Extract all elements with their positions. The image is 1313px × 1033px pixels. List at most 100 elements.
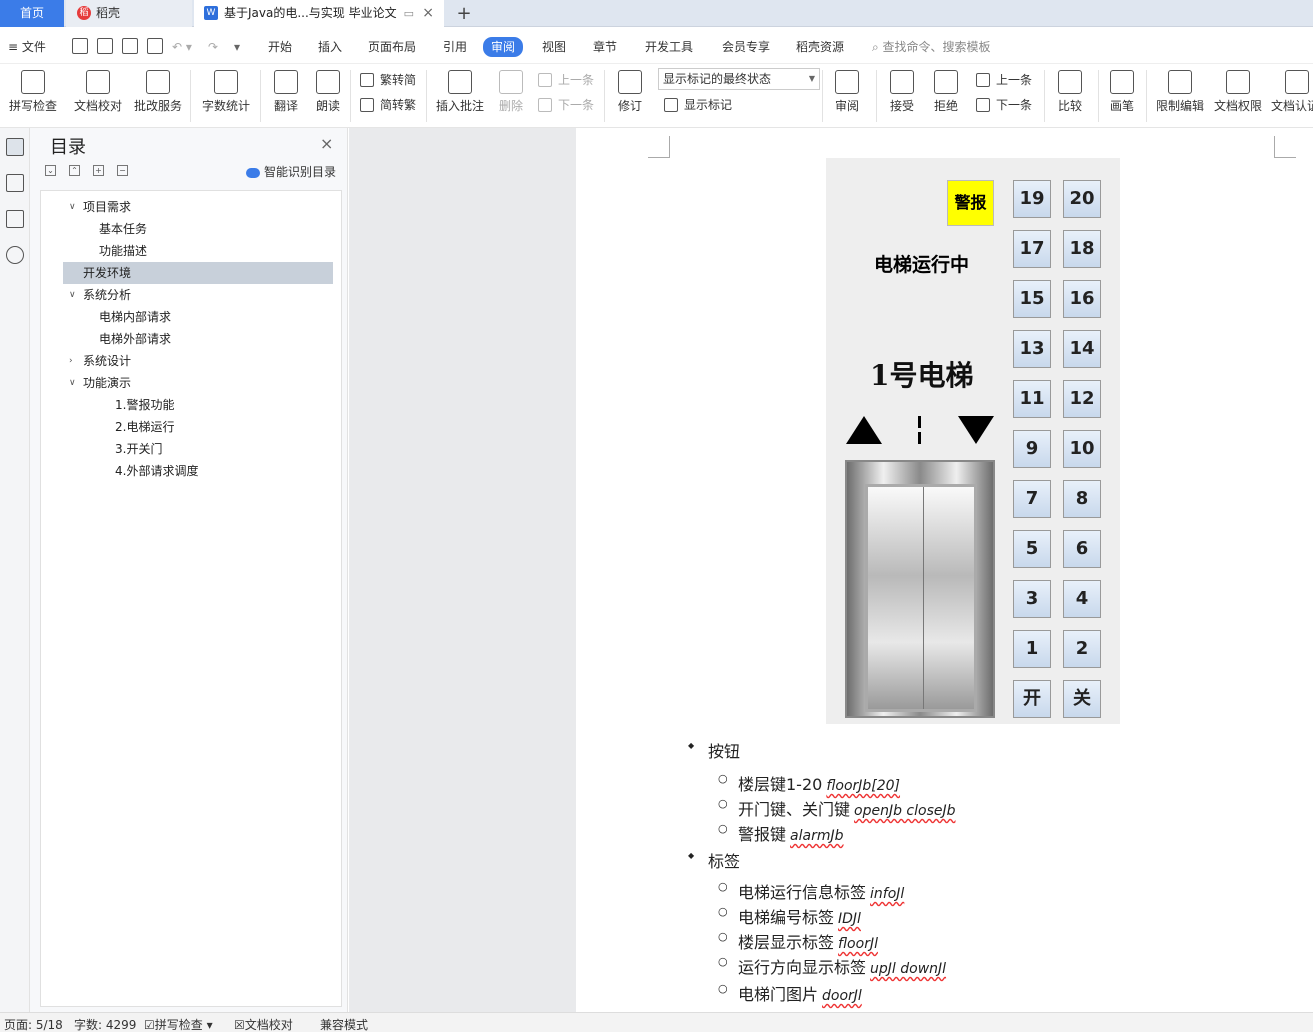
delete-comment-button[interactable]: 删除 [494,68,528,124]
toc-item[interactable]: 基本任务 [99,218,147,240]
toc-item[interactable]: ∨ 系统分析 [69,284,131,306]
menu-chapter[interactable]: 章节 [593,38,617,56]
print-preview-icon[interactable] [147,38,163,54]
close-icon[interactable]: × [320,134,333,153]
command-search[interactable]: ⌕ 查找命令、搜索模板 [872,38,991,56]
menu-insert[interactable]: 插入 [318,38,342,56]
pen-button[interactable]: 画笔 [1106,68,1138,124]
chevron-down-icon[interactable]: ∨ [69,284,76,306]
menu-member[interactable]: 会员专享 [722,38,770,56]
tab-docer-label: 稻壳 [96,6,121,20]
navigation-icon[interactable] [6,174,24,192]
show-markup-icon [664,98,678,112]
toc-item[interactable]: 1.警报功能 [115,394,174,416]
next-change-button[interactable]: 下一条 [976,95,1032,115]
spell-check-button[interactable]: 拼写检查 [4,68,62,124]
proofread-button[interactable]: 文档校对 [72,68,124,124]
read-aloud-icon [316,70,340,94]
spell-check-icon [21,70,45,94]
floor-button: 19 [1013,180,1051,218]
toc-item[interactable]: › 系统设计 [69,350,131,372]
customize-chevron-icon[interactable]: ▾ [234,38,240,56]
collapse-all-icon[interactable]: ⌄ [45,165,56,176]
insert-comment-button[interactable]: 插入批注 [434,68,486,124]
file-menu[interactable]: ≡ 文件 [8,38,46,56]
accept-button[interactable]: 接受 [884,68,920,124]
doc-cert-button[interactable]: 文档认证 [1271,68,1313,124]
certificate-icon [1285,70,1309,94]
chevron-down-icon[interactable]: ∨ [69,372,76,394]
list-item-text: 楼层键1-20 [738,775,823,794]
menu-view[interactable]: 视图 [542,38,566,56]
print-icon[interactable] [122,38,138,54]
chevron-right-icon[interactable]: › [69,350,73,372]
insert-comment-label: 插入批注 [435,99,484,113]
tab-bar: 首页 稻稻壳 W 基于Java的电...与实现 毕业论文 ▭ × + [0,0,1313,27]
toc-item[interactable]: 3.开关门 [115,438,162,460]
review-pane-button[interactable]: 审阅 [830,68,864,124]
chevron-down-icon[interactable]: ∨ [69,196,76,218]
close-tab-icon[interactable]: × [422,0,434,27]
markup-state-select[interactable]: 显示标记的最终状态 ▼ [658,68,820,90]
list-item: 电梯编号标签IDJl [718,904,861,928]
bookmark-icon[interactable] [6,210,24,228]
toc-item[interactable]: ∨ 项目需求 [69,196,333,218]
reject-button[interactable]: 拒绝 [928,68,964,124]
floor-button: 1 [1013,630,1051,668]
toc-panel-icon[interactable] [6,138,24,156]
expand-up-icon[interactable]: ⌃ [69,165,80,176]
toc-panel: 目录 × ⌄ ⌃ + − 智能识别目录 ∨ 项目需求 基本任务 功能描述 开发环境… [30,128,348,1012]
prev-comment-button[interactable]: 上一条 [538,70,594,90]
show-markup-button[interactable]: 显示标记 [664,95,732,115]
toc-item-label: 功能演示 [83,376,132,390]
menu-start[interactable]: 开始 [268,38,292,56]
smart-toc-button[interactable]: 智能识别目录 [246,163,336,180]
file-menu-label: 文件 [21,40,46,54]
monitor-icon[interactable]: ▭ [404,0,414,27]
correction-service-button[interactable]: 批改服务 [132,68,184,124]
elevator-door-panel [865,484,977,712]
toc-item[interactable]: 电梯内部请求 [99,306,171,328]
toc-item[interactable]: 4.外部请求调度 [115,460,198,482]
menu-layout[interactable]: 页面布局 [368,38,416,56]
page-indicator[interactable]: 页面: 5/18 [4,1016,63,1033]
toc-item-selected[interactable]: 开发环境 [63,262,333,284]
menu-devtools[interactable]: 开发工具 [645,38,693,56]
word-count-indicator[interactable]: 字数: 4299 [74,1016,136,1033]
undo-icon[interactable]: ↶ ▾ [172,38,192,56]
save-icon[interactable] [72,38,88,54]
menu-reference[interactable]: 引用 [443,38,467,56]
track-changes-button[interactable]: 修订 [612,68,648,124]
lock-icon [1168,70,1192,94]
simp-to-trad-label: 简转繁 [380,98,417,112]
new-tab-button[interactable]: + [452,0,476,27]
menu-docer-res[interactable]: 稻壳资源 [796,38,844,56]
toc-item[interactable]: ∨ 功能演示 [69,372,132,394]
remove-heading-icon[interactable]: − [117,165,128,176]
toc-item[interactable]: 功能描述 [99,240,147,262]
menu-review[interactable]: 审阅 [483,37,524,57]
redo-icon[interactable]: ↷ [208,38,218,56]
proofread-status[interactable]: ☒文档校对 [234,1016,293,1033]
toc-item[interactable]: 电梯外部请求 [99,328,171,350]
tab-document[interactable]: W 基于Java的电...与实现 毕业论文 ▭ × [194,0,444,27]
next-comment-button[interactable]: 下一条 [538,95,594,115]
search-panel-icon[interactable] [6,246,24,264]
simp-to-trad-button[interactable]: 简转繁 [360,95,416,115]
trad-to-simp-button[interactable]: 繁转简 [360,70,416,90]
toc-item[interactable]: 2.电梯运行 [115,416,174,438]
word-count-button[interactable]: 字数统计 [200,68,252,124]
tab-docer[interactable]: 稻稻壳 [66,0,192,27]
prev-change-button[interactable]: 上一条 [976,70,1032,90]
doc-permission-button[interactable]: 文档权限 [1212,68,1264,124]
document-area[interactable]: 警报 电梯运行中 1号电梯 19 20 17 18 15 16 13 14 11… [349,128,1313,1012]
add-heading-icon[interactable]: + [93,165,104,176]
translate-button[interactable]: 翻译 [268,68,304,124]
read-aloud-button[interactable]: 朗读 [312,68,344,124]
document-page[interactable]: 警报 电梯运行中 1号电梯 19 20 17 18 15 16 13 14 11… [576,128,1313,1012]
restrict-edit-button[interactable]: 限制编辑 [1154,68,1206,124]
compare-button[interactable]: 比较 [1052,68,1088,124]
export-pdf-icon[interactable] [97,38,113,54]
spell-check-status[interactable]: ☑拼写检查 ▾ [144,1016,213,1033]
tab-home[interactable]: 首页 [0,0,64,27]
